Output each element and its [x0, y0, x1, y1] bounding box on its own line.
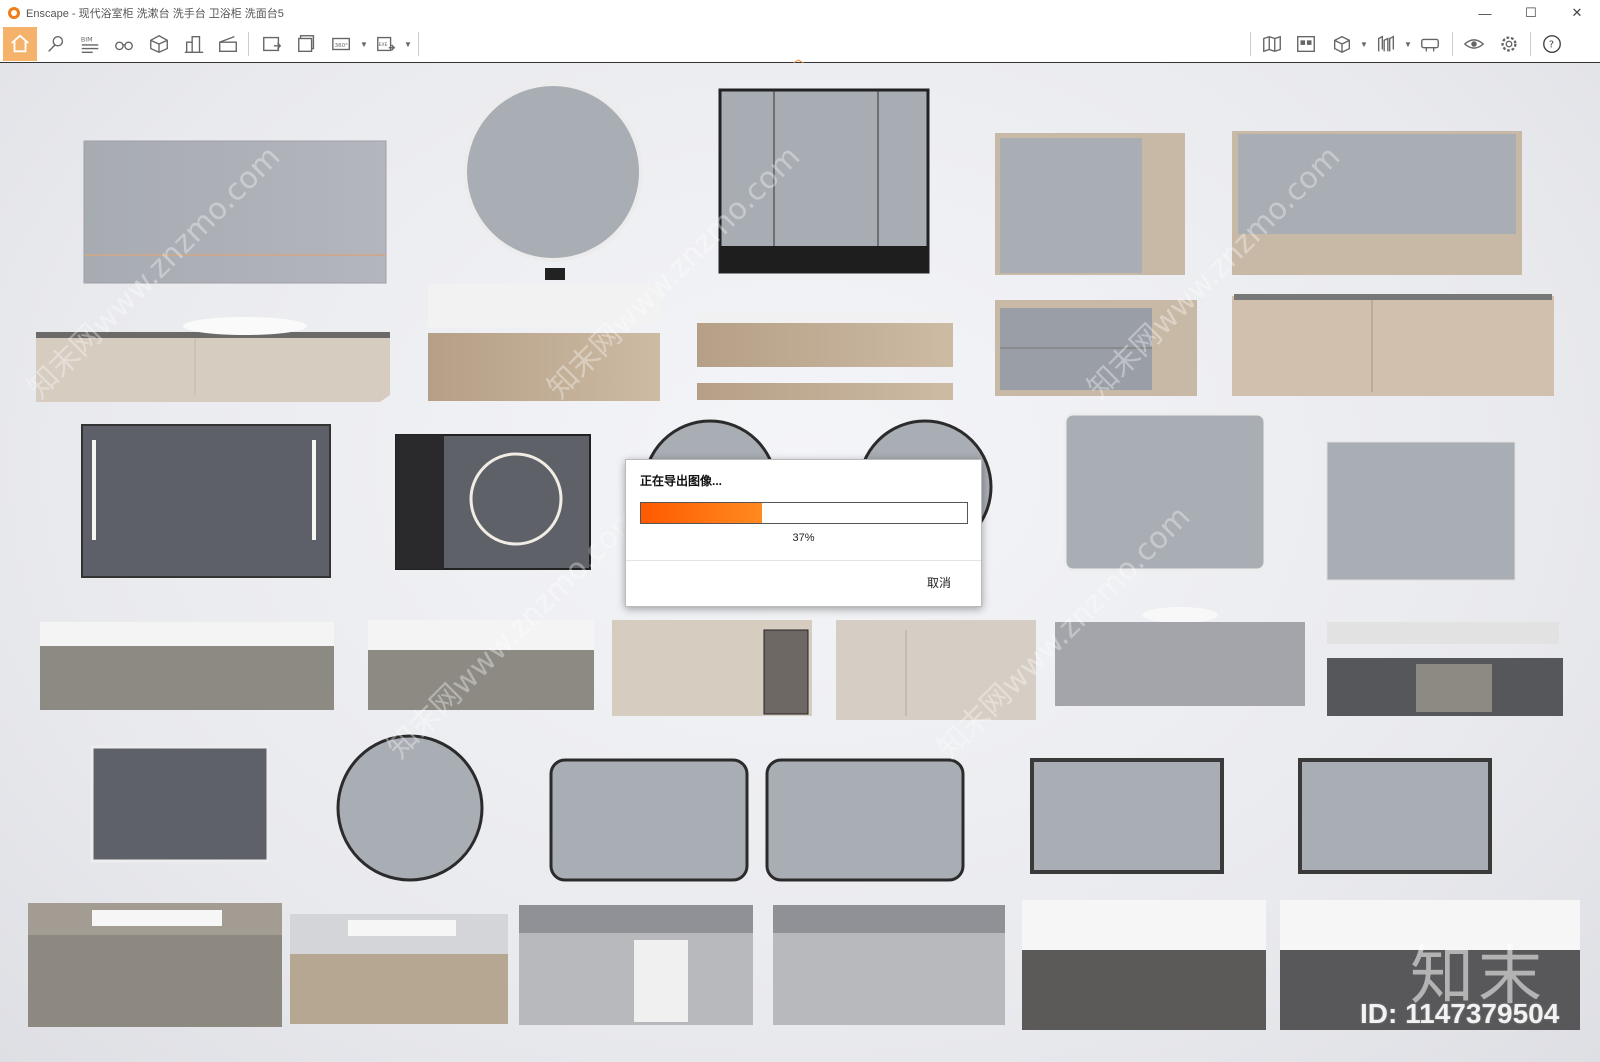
render-image-icon — [263, 36, 282, 52]
close-button[interactable]: ✕ — [1554, 0, 1600, 26]
export-label: EXE — [379, 42, 388, 48]
chevron-down-icon[interactable]: ▼ — [1360, 40, 1368, 49]
settings-icon — [1501, 36, 1517, 52]
map-icon — [1263, 35, 1281, 53]
home-button[interactable] — [3, 27, 37, 61]
cabinet-set-14 — [519, 758, 753, 1025]
cabinet-set-10 — [1055, 412, 1305, 706]
cabinet-set-16 — [1022, 758, 1266, 1030]
visibility-button[interactable] — [1460, 30, 1488, 58]
window-controls: — ☐ ✕ — [1462, 0, 1600, 26]
cabinet-set-4 — [995, 133, 1197, 396]
bim-label: BIM — [81, 35, 93, 43]
vr-headset-icon — [1421, 38, 1439, 52]
progress-bar-fill — [641, 503, 762, 523]
cabinet-set-3 — [697, 88, 953, 400]
panorama-button[interactable]: 360° — [328, 30, 356, 58]
enscape-logo-icon — [8, 7, 20, 19]
batch-render-icon — [298, 35, 315, 53]
panorama-icon: 360° — [332, 37, 351, 51]
clapperboard-button[interactable] — [214, 30, 242, 58]
cancel-button[interactable]: 取消 — [927, 574, 951, 591]
asset-library-icon — [1297, 35, 1315, 53]
buildings-icon — [184, 35, 204, 53]
window-title: Enscape - 现代浴室柜 洗漱台 洗手台 卫浴柜 洗面台5 — [26, 8, 284, 20]
bim-button[interactable]: BIM — [76, 30, 104, 58]
chevron-down-icon[interactable]: ▼ — [404, 40, 412, 49]
export-button[interactable]: EXE — [372, 30, 400, 58]
toolbar-divider — [1452, 32, 1453, 56]
home-icon — [11, 34, 29, 53]
map-button[interactable] — [1258, 30, 1286, 58]
dialog-divider — [626, 560, 981, 561]
vr-headset-button[interactable] — [1416, 30, 1444, 58]
title-bar: Enscape - 现代浴室柜 洗漱台 洗手台 卫浴柜 洗面台5 — ☐ ✕ — [0, 0, 1600, 26]
box-icon — [1333, 35, 1351, 54]
cabinet-set-11 — [1326, 441, 1563, 716]
export-progress-dialog: 正在导出图像... 37% 取消 — [625, 459, 982, 607]
help-button[interactable]: ? — [1538, 30, 1566, 58]
export-icon: EXE — [377, 36, 396, 52]
dialog-title: 正在导出图像... — [640, 474, 723, 488]
help-icon: ? — [1543, 35, 1561, 53]
chevron-down-icon[interactable]: ▼ — [1404, 40, 1412, 49]
cabinet-set-1 — [36, 140, 390, 402]
render-image-button[interactable] — [258, 30, 286, 58]
binoculars-icon — [115, 41, 133, 51]
toolbar-divider — [418, 32, 419, 56]
panorama-label: 360° — [335, 43, 348, 49]
cabinet-set-15 — [765, 758, 1005, 1025]
progress-bar — [640, 502, 968, 524]
cabinet-set-13 — [290, 734, 508, 1024]
location-button[interactable] — [42, 30, 70, 58]
views-icon — [1377, 35, 1395, 52]
batch-render-button[interactable] — [293, 30, 321, 58]
progress-percent: 37% — [792, 532, 815, 544]
cabinet-set-12 — [28, 745, 282, 1027]
cube-button[interactable] — [145, 30, 173, 58]
settings-button[interactable] — [1495, 30, 1523, 58]
clapperboard-icon — [219, 36, 237, 53]
chevron-down-icon[interactable]: ▼ — [360, 40, 368, 49]
id-watermark: ID: 1147379504 — [1360, 998, 1560, 1029]
buildings-button[interactable] — [180, 30, 208, 58]
asset-library-button[interactable] — [1292, 30, 1320, 58]
toolbar-divider — [1530, 32, 1531, 56]
minimize-button[interactable]: — — [1462, 0, 1508, 26]
help-label: ? — [1549, 40, 1554, 51]
bim-icon: BIM — [81, 35, 99, 53]
location-pin-icon — [48, 35, 64, 52]
box-button[interactable] — [1328, 30, 1356, 58]
cabinet-set-6 — [40, 424, 334, 710]
toolbar-divider — [1250, 32, 1251, 56]
cabinet-set-2 — [428, 82, 660, 401]
visibility-icon — [1463, 39, 1485, 49]
views-button[interactable] — [1372, 30, 1400, 58]
cabinet-set-5 — [1232, 131, 1554, 396]
cube-icon — [150, 34, 168, 54]
maximize-button[interactable]: ☐ — [1508, 0, 1554, 26]
binoculars-button[interactable] — [110, 30, 138, 58]
toolbar-divider — [248, 32, 249, 56]
